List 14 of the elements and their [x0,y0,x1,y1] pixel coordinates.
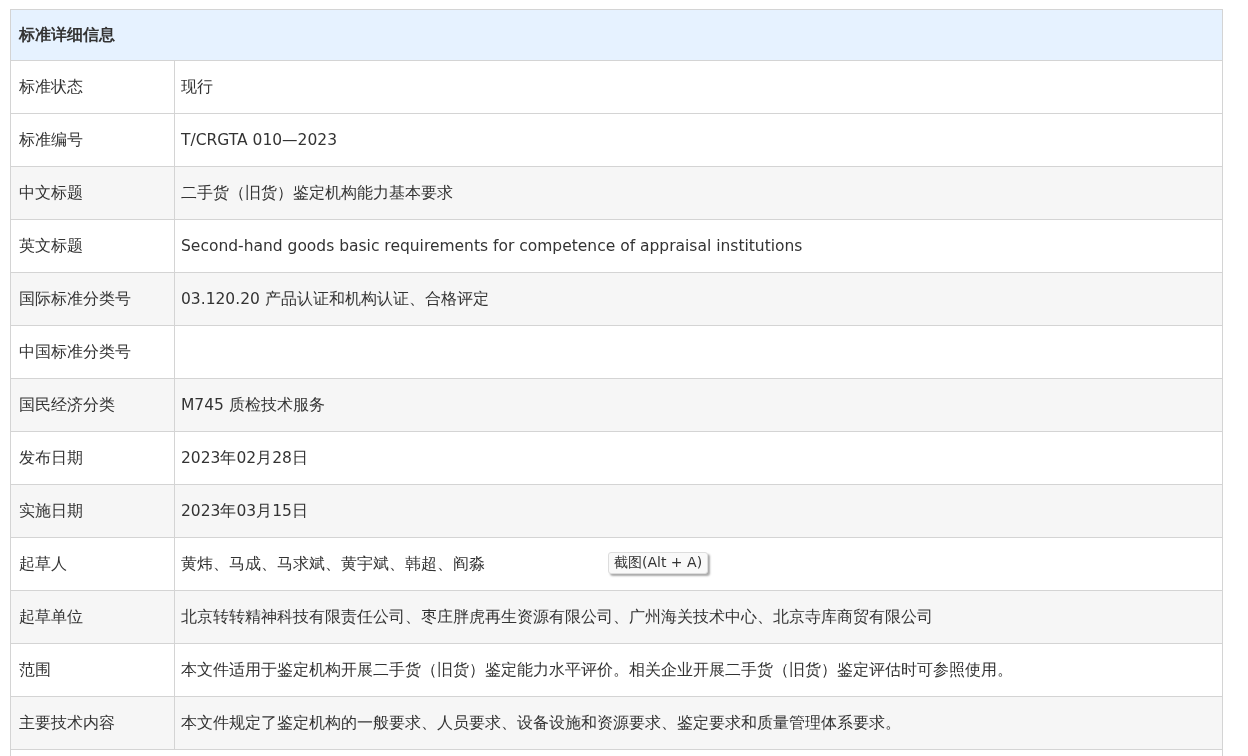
field-value: 2023年02月28日 [181,447,308,469]
field-value: Second-hand goods basic requirements for competence of appraisal institutions [181,237,803,255]
field-value: 黄炜、马成、马求斌、黄宇斌、韩超、阎淼 [181,553,485,575]
field-value: 现行 [181,76,213,98]
field-value: 北京转转精神科技有限责任公司、枣庄胖虎再生资源有限公司、广州海关技术中心、北京寺库商贸有限公司 [181,606,933,628]
field-value: 2023年03月15日 [181,500,308,522]
field-value: T/CRGTA 010—2023 [181,131,338,149]
field-value: M745 质检技术服务 [181,394,325,416]
field-value: 03.120.20 产品认证和机构认证、合格评定 [181,288,489,310]
field-value: 二手货（旧货）鉴定机构能力基本要求 [181,182,453,204]
field-value: 本文件规定了鉴定机构的一般要求、人员要求、设备设施和资源要求、鉴定要求和质量管理体系要求。 [181,712,901,734]
table-header: 标准详细信息 [11,10,1222,60]
tooltip: 截图(Alt + A) [608,552,709,574]
field-value: 本文件适用于鉴定机构开展二手货（旧货）鉴定能力水平评价。相关企业开展二手货（旧货）鉴定评估时可参照使用。 [181,659,1013,681]
